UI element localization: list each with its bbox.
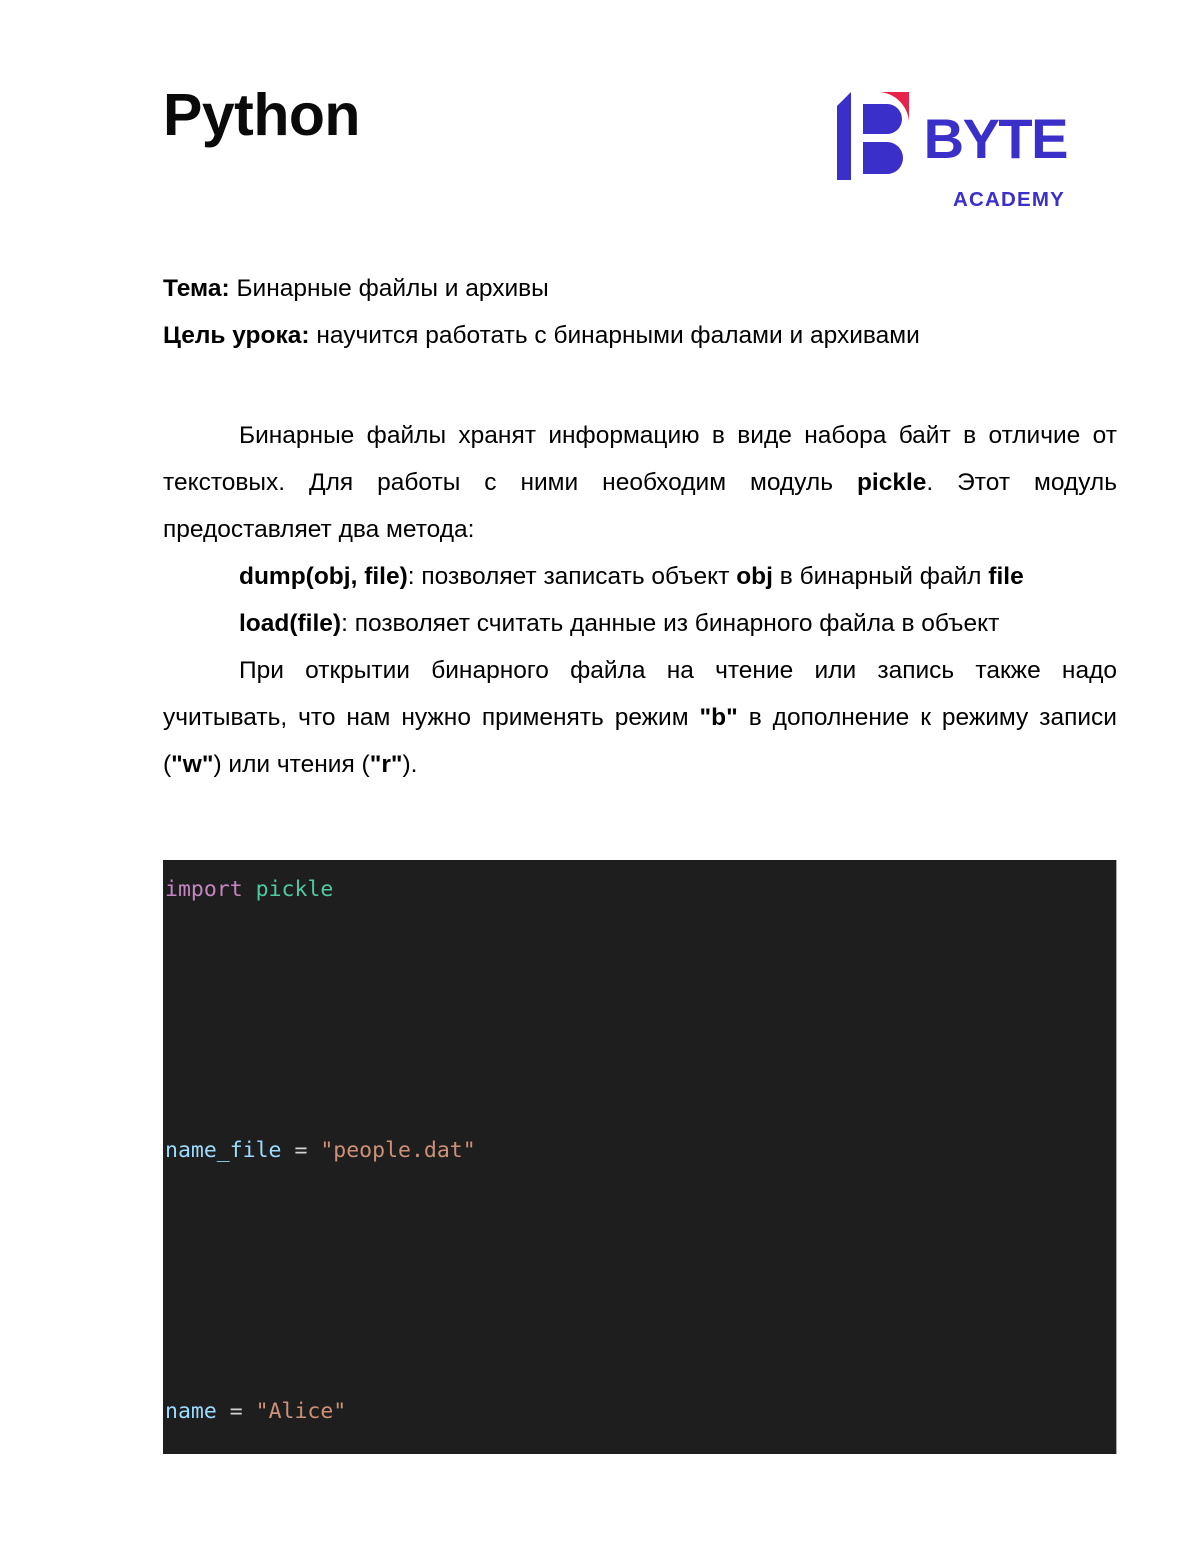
topic-label: Тема: (163, 275, 230, 302)
mode-w-flag: "w" (171, 751, 214, 778)
code-token-kw: import (165, 876, 243, 902)
load-desc: : позволяет считать данные из бинарного … (341, 610, 1000, 637)
pickle-module-name: pickle (856, 469, 927, 496)
logo-top-row: BYTE (835, 90, 1069, 187)
mode-b-flag: "b" (699, 704, 738, 731)
document-body: Тема: Бинарные файлы и архивы Цель урока… (163, 265, 1117, 788)
code-token-var: name (165, 1398, 217, 1424)
python-code-block: import pickle name_file = "people.dat" n… (163, 859, 1117, 1454)
dump-signature: dump(obj, file) (239, 563, 408, 590)
goal-line: Цель урока: научится работать с бинарным… (163, 312, 1117, 359)
code-line: import pickle (165, 868, 1116, 912)
intro-paragraph: Бинарные файлы хранят информацию в виде … (163, 412, 1117, 553)
dump-desc-a: : позволяет записать объект (407, 563, 737, 590)
page-title: Python (163, 82, 360, 148)
logo-wordmark: BYTE (923, 106, 1069, 170)
code-line: name = "Alice" (165, 1390, 1116, 1434)
topic-line: Тема: Бинарные файлы и архивы (163, 265, 1117, 312)
mode-text-e: ) или чтения ( (213, 751, 370, 778)
code-token-plain: = (216, 1398, 256, 1424)
dump-file-arg: file (988, 563, 1024, 590)
dump-obj-arg: obj (736, 563, 773, 590)
mode-text-g: ). (402, 751, 418, 778)
code-token-plain: = (281, 1137, 321, 1163)
code-token-mod: pickle (255, 876, 334, 902)
mode-paragraph: При открытии бинарного файла на чтение и… (163, 647, 1117, 788)
goal-label: Цель урока: (163, 322, 310, 349)
topic-value: Бинарные файлы и архивы (229, 275, 549, 302)
dump-desc-b: в бинарный файл (772, 563, 989, 590)
mode-r-flag: "r" (369, 751, 403, 778)
dump-method-paragraph: dump(obj, file): позволяет записать объе… (163, 553, 1117, 600)
load-method-paragraph: load(file): позволяет считать данные из … (163, 600, 1117, 647)
code-token-var: name_file (165, 1137, 282, 1163)
logo-subtitle: ACADEMY (952, 188, 1065, 211)
code-line: name_file = "people.dat" (165, 1129, 1116, 1173)
code-token-str: "Alice" (255, 1398, 347, 1424)
load-signature: load(file) (239, 610, 342, 637)
code-token-str: "people.dat" (320, 1137, 476, 1163)
document-header: Python BYTE ACADEMY (163, 82, 1075, 212)
document-page: Python BYTE ACADEMY Тема: Бинарные файлы… (0, 0, 1200, 1553)
byte-b-mark-icon (835, 90, 913, 187)
byte-academy-logo: BYTE ACADEMY (835, 90, 1069, 212)
goal-value: научится работать с бинарными фалами и а… (309, 322, 920, 349)
